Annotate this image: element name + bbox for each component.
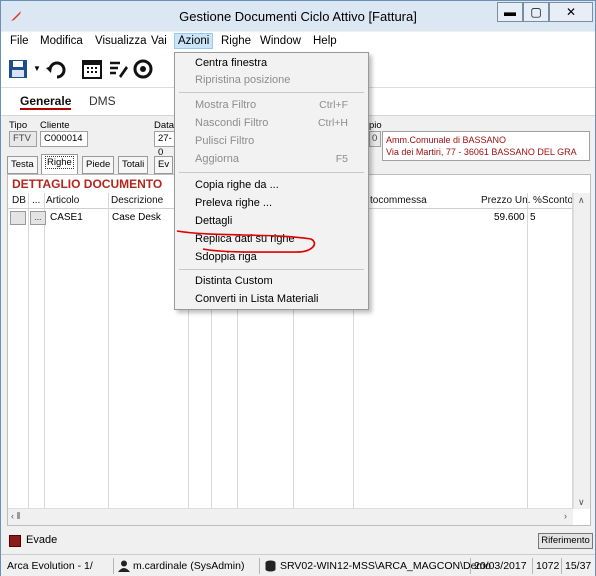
- cliente-label: Cliente: [40, 120, 70, 131]
- cell-articolo[interactable]: CASE1: [50, 212, 83, 223]
- tab-totali[interactable]: Totali: [118, 156, 149, 174]
- col-sconto[interactable]: %Sconto: [533, 195, 573, 206]
- menu-window[interactable]: Window: [260, 35, 301, 47]
- col-prezzo[interactable]: Prezzo Un.: [481, 195, 530, 206]
- horizontal-scrollbar[interactable]: ‹ ⦀ ›: [8, 508, 573, 525]
- menu-item-distinta-custom[interactable]: Distinta Custom: [195, 275, 273, 287]
- close-button[interactable]: ✕: [549, 2, 593, 22]
- azioni-dropdown-menu: Centra finestra Ripristina posizione Mos…: [174, 52, 369, 310]
- minimize-button[interactable]: ▬: [497, 2, 523, 22]
- lookup-cell-button[interactable]: ...: [30, 211, 46, 225]
- vertical-scrollbar[interactable]: ∧ ∨: [573, 193, 590, 509]
- riferimento-button[interactable]: Riferimento: [538, 533, 593, 549]
- menu-file[interactable]: File: [10, 35, 29, 47]
- scroll-up-icon[interactable]: ∧: [578, 195, 585, 206]
- destinazione-label: pio: [369, 120, 382, 131]
- evade-swatch: [9, 535, 21, 547]
- database-icon: [265, 560, 276, 572]
- menu-item-nascondi-filtro[interactable]: Nascondi Filtro: [195, 117, 268, 129]
- evade-legend: Evade: [9, 533, 596, 551]
- tipo-label: Tipo: [9, 120, 28, 131]
- tab-piede[interactable]: Piede: [82, 156, 115, 174]
- menu-help[interactable]: Help: [313, 35, 337, 47]
- col-db[interactable]: DB: [12, 195, 26, 206]
- tab-testa[interactable]: Testa: [7, 156, 38, 174]
- status-pages: 15/37: [565, 560, 592, 572]
- tipo-field[interactable]: FTV: [9, 131, 37, 147]
- status-separator: [259, 558, 260, 574]
- col-dots[interactable]: ...: [32, 195, 40, 206]
- evade-label: Evade: [26, 534, 58, 546]
- address-line-1: Amm.Comunale di BASSANO: [386, 135, 507, 145]
- menu-item-converti-lista[interactable]: Converti in Lista Materiali: [195, 293, 319, 305]
- maximize-button[interactable]: ▢: [523, 2, 549, 22]
- status-app: Arca Evolution - 1/: [7, 560, 93, 572]
- cell-descrizione[interactable]: Case Desk: [112, 212, 161, 223]
- title-bar: Gestione Documenti Ciclo Attivo [Fattura…: [1, 1, 595, 31]
- db-cell-button[interactable]: [10, 211, 26, 225]
- status-count: 1072: [536, 560, 560, 572]
- menu-separator: [179, 269, 364, 270]
- undo-icon[interactable]: [45, 58, 67, 80]
- status-separator: [470, 558, 471, 574]
- menu-righe[interactable]: Righe: [221, 35, 251, 47]
- detail-title: DETTAGLIO DOCUMENTO: [12, 177, 163, 191]
- tab-dms[interactable]: DMS: [89, 94, 116, 108]
- address-line-2: Via dei Martiri, 77 - 36061 BASSANO DEL …: [386, 147, 577, 157]
- annotation-highlight: [176, 230, 316, 253]
- col-sottocommessa[interactable]: tocommessa: [370, 195, 427, 206]
- tab-evade[interactable]: Ev: [154, 156, 174, 174]
- main-window: Gestione Documenti Ciclo Attivo [Fattura…: [0, 0, 596, 576]
- menu-vai[interactable]: Vai: [151, 35, 167, 47]
- scroll-left-icon[interactable]: ‹ ⦀: [11, 511, 20, 522]
- data-label: Data: [154, 120, 175, 131]
- save-icon[interactable]: [7, 58, 29, 80]
- menu-item-ripristina-posizione[interactable]: Ripristina posizione: [195, 74, 290, 86]
- status-separator: [113, 558, 114, 574]
- address-box: Amm.Comunale di BASSANO Via dei Martiri,…: [382, 131, 590, 161]
- shortcut-mostra-filtro: Ctrl+F: [319, 99, 348, 111]
- grid-line: [527, 193, 528, 509]
- col-descrizione[interactable]: Descrizione: [111, 195, 163, 206]
- shortcut-nascondi-filtro: Ctrl+H: [317, 117, 348, 129]
- shortcut-aggiorna: F5: [335, 153, 348, 165]
- cliente-field[interactable]: C000014: [40, 131, 88, 147]
- status-user: m.cardinale (SysAdmin): [133, 560, 245, 572]
- scroll-right-icon[interactable]: ›: [564, 511, 567, 521]
- status-server: SRV02-WIN12-MSS\ARCA_MAGCON\Demo: [280, 560, 492, 572]
- save-dropdown-icon[interactable]: ▼: [33, 64, 41, 73]
- menu-item-pulisci-filtro[interactable]: Pulisci Filtro: [195, 135, 254, 147]
- grid-line: [108, 193, 109, 509]
- cell-sconto[interactable]: 5: [530, 212, 536, 223]
- cell-prezzo[interactable]: 59.600: [494, 212, 525, 223]
- menu-item-mostra-filtro[interactable]: Mostra Filtro: [195, 99, 256, 111]
- menu-separator: [179, 172, 364, 173]
- col-articolo[interactable]: Articolo: [46, 195, 79, 206]
- menu-item-preleva-righe[interactable]: Preleva righe ...: [195, 197, 272, 209]
- menu-bar: File Modifica Visualizza Vai Azioni Righ…: [1, 32, 595, 52]
- menu-item-copia-righe[interactable]: Copia righe da ...: [195, 179, 279, 191]
- menu-separator: [179, 92, 364, 93]
- grid-line: [44, 193, 45, 509]
- refresh-nodes-icon[interactable]: [132, 58, 154, 80]
- status-date: 20/03/2017: [474, 560, 527, 572]
- calendar-icon[interactable]: [81, 58, 103, 80]
- user-icon: [118, 560, 130, 572]
- menu-azioni[interactable]: Azioni: [174, 33, 214, 49]
- destinazione-code-field[interactable]: 0: [369, 131, 381, 147]
- menu-modifica[interactable]: Modifica: [40, 35, 83, 47]
- status-separator: [561, 558, 562, 574]
- menu-visualizza[interactable]: Visualizza: [95, 35, 147, 47]
- menu-item-centra-finestra[interactable]: Centra finestra: [195, 57, 267, 69]
- scroll-down-icon[interactable]: ∨: [578, 497, 585, 508]
- status-bar: Arca Evolution - 1/ m.cardinale (SysAdmi…: [1, 554, 595, 576]
- status-separator: [532, 558, 533, 574]
- data-field[interactable]: 27-0: [154, 131, 176, 158]
- grid-line: [28, 193, 29, 509]
- tab-generale[interactable]: Generale: [20, 94, 72, 110]
- tab-righe[interactable]: Righe: [41, 154, 78, 174]
- menu-item-aggiorna[interactable]: Aggiorna: [195, 153, 239, 165]
- edit-list-icon[interactable]: [107, 58, 129, 80]
- tab-righe-label: Righe: [45, 156, 74, 169]
